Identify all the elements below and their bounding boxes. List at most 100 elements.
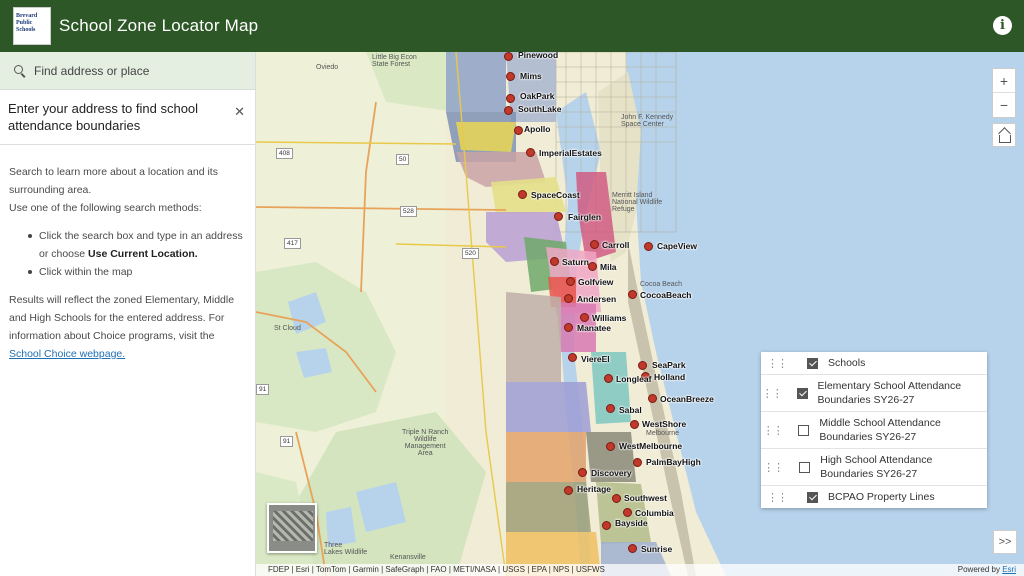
layer-checkbox[interactable]: [799, 461, 811, 473]
school-label: Mila: [600, 262, 617, 272]
school-pin[interactable]: [526, 148, 535, 157]
school-pin[interactable]: [638, 361, 647, 370]
school-pin[interactable]: [606, 404, 615, 413]
school-pin[interactable]: [514, 126, 523, 135]
drag-handle-icon[interactable]: ⋮⋮: [761, 491, 793, 504]
basemap-toggle[interactable]: [267, 503, 317, 553]
place-label-line: Space Center: [621, 121, 664, 128]
drag-handle-icon[interactable]: ⋮⋮: [761, 387, 783, 400]
place-label: Triple N Ranch Wildlife Management Area: [402, 429, 448, 457]
school-pin[interactable]: [564, 294, 573, 303]
school-label: Sabal: [619, 405, 642, 415]
school-pin[interactable]: [590, 240, 599, 249]
school-pin[interactable]: [518, 190, 527, 199]
school-pin[interactable]: [580, 313, 589, 322]
school-label: OceanBreeze: [660, 394, 714, 404]
school-pin[interactable]: [566, 277, 575, 286]
school-pin[interactable]: [612, 494, 621, 503]
layer-row[interactable]: ⋮⋮ High School Attendance Boundaries SY2…: [761, 449, 987, 486]
place-label: John F. Kennedy Space Center: [621, 114, 673, 128]
school-label: Sunrise: [641, 544, 673, 554]
layer-label: High School Attendance Boundaries SY26-2…: [820, 454, 933, 480]
school-pin[interactable]: [504, 106, 513, 115]
school-pin[interactable]: [578, 468, 587, 477]
road-shield: 417: [284, 238, 301, 249]
school-label: PalmBayHigh: [646, 457, 701, 467]
school-label: Golfview: [578, 277, 614, 287]
school-pin[interactable]: [623, 508, 632, 517]
school-pin[interactable]: [550, 257, 559, 266]
school-pin[interactable]: [554, 212, 563, 221]
school-label: WestMelbourne: [619, 441, 683, 451]
school-pin[interactable]: [504, 52, 513, 61]
brevard-schools-logo: Brevard Public Schools: [13, 7, 51, 45]
school-pin[interactable]: [633, 458, 642, 467]
school-label: CapeView: [657, 241, 698, 251]
road-shield: 91: [256, 384, 270, 395]
school-label: Apollo: [524, 124, 551, 134]
search-bar: [0, 52, 255, 90]
logo-line-3: Schools: [16, 27, 36, 33]
school-label: Longleaf: [616, 374, 652, 384]
school-label: SouthLake: [518, 104, 562, 114]
expand-chevrons-icon[interactable]: >>: [993, 530, 1017, 554]
layer-checkbox[interactable]: [798, 424, 810, 436]
layer-checkbox[interactable]: [807, 357, 818, 369]
school-pin[interactable]: [506, 94, 515, 103]
zoom-controls: + −: [992, 68, 1016, 118]
road-shield: 528: [400, 206, 417, 217]
search-panel: Enter your address to find school attend…: [0, 52, 256, 576]
esri-link[interactable]: Esri: [1002, 565, 1016, 574]
layer-row[interactable]: ⋮⋮ Schools: [761, 352, 987, 375]
school-pin[interactable]: [628, 290, 637, 299]
place-label-line: National Wildlife: [612, 199, 663, 206]
school-pin[interactable]: [564, 323, 573, 332]
school-label: Heritage: [577, 484, 612, 494]
logo-line-1: Brevard: [16, 13, 38, 19]
layer-row[interactable]: ⋮⋮ Middle School Attendance Boundaries S…: [761, 412, 987, 449]
layer-checkbox[interactable]: [807, 491, 818, 503]
drag-handle-icon[interactable]: ⋮⋮: [761, 357, 793, 370]
intro-text: Search to learn more about a location an…: [9, 166, 218, 196]
place-label: Three Lakes Wildlife: [324, 542, 367, 556]
drag-handle-icon[interactable]: ⋮⋮: [761, 461, 785, 474]
school-pin[interactable]: [506, 72, 515, 81]
school-pin[interactable]: [568, 353, 577, 362]
place-label: Kenansville: [390, 554, 426, 561]
place-label-line: Wildlife: [413, 436, 437, 443]
school-pin[interactable]: [628, 544, 637, 553]
powered-by-text: Powered by: [957, 565, 1003, 574]
drag-handle-icon[interactable]: ⋮⋮: [761, 424, 784, 437]
place-label-line: Management: [404, 443, 446, 450]
search-input[interactable]: [34, 63, 234, 78]
school-pin[interactable]: [564, 486, 573, 495]
place-label-line: State Forest: [372, 61, 411, 68]
use-current-location-text: Use Current Location.: [88, 248, 198, 260]
school-pin[interactable]: [604, 374, 613, 383]
school-pin[interactable]: [602, 521, 611, 530]
school-pin[interactable]: [606, 442, 615, 451]
school-pin[interactable]: [588, 262, 597, 271]
zoom-out-button[interactable]: −: [993, 93, 1015, 117]
school-pin[interactable]: [630, 420, 639, 429]
school-label: OakPark: [520, 91, 555, 101]
app-header: Brevard Public Schools School Zone Locat…: [0, 0, 1024, 52]
road-shield: 408: [276, 148, 293, 159]
results-text: Results will reflect the zoned Elementar…: [9, 291, 246, 363]
home-icon[interactable]: [992, 123, 1016, 147]
school-pin[interactable]: [644, 242, 653, 251]
place-label-line: Area: [417, 450, 433, 457]
panel-heading: Enter your address to find school attend…: [8, 101, 199, 133]
school-pin[interactable]: [648, 394, 657, 403]
map-view[interactable]: Little Big Econ State Forest Oviedo John …: [256, 52, 1024, 576]
school-label: Columbia: [635, 508, 674, 518]
layer-row[interactable]: ⋮⋮ Elementary School Attendance Boundari…: [761, 375, 987, 412]
close-icon[interactable]: ✕: [234, 104, 245, 120]
info-icon[interactable]: i: [993, 16, 1012, 35]
layer-checkbox[interactable]: [796, 387, 808, 399]
school-choice-link[interactable]: School Choice webpage.: [9, 348, 125, 360]
logo-line-2: Public: [16, 20, 33, 26]
layer-row[interactable]: ⋮⋮ BCPAO Property Lines: [761, 486, 987, 508]
zoom-in-button[interactable]: +: [993, 69, 1015, 93]
place-label: Melbourne: [646, 430, 680, 437]
